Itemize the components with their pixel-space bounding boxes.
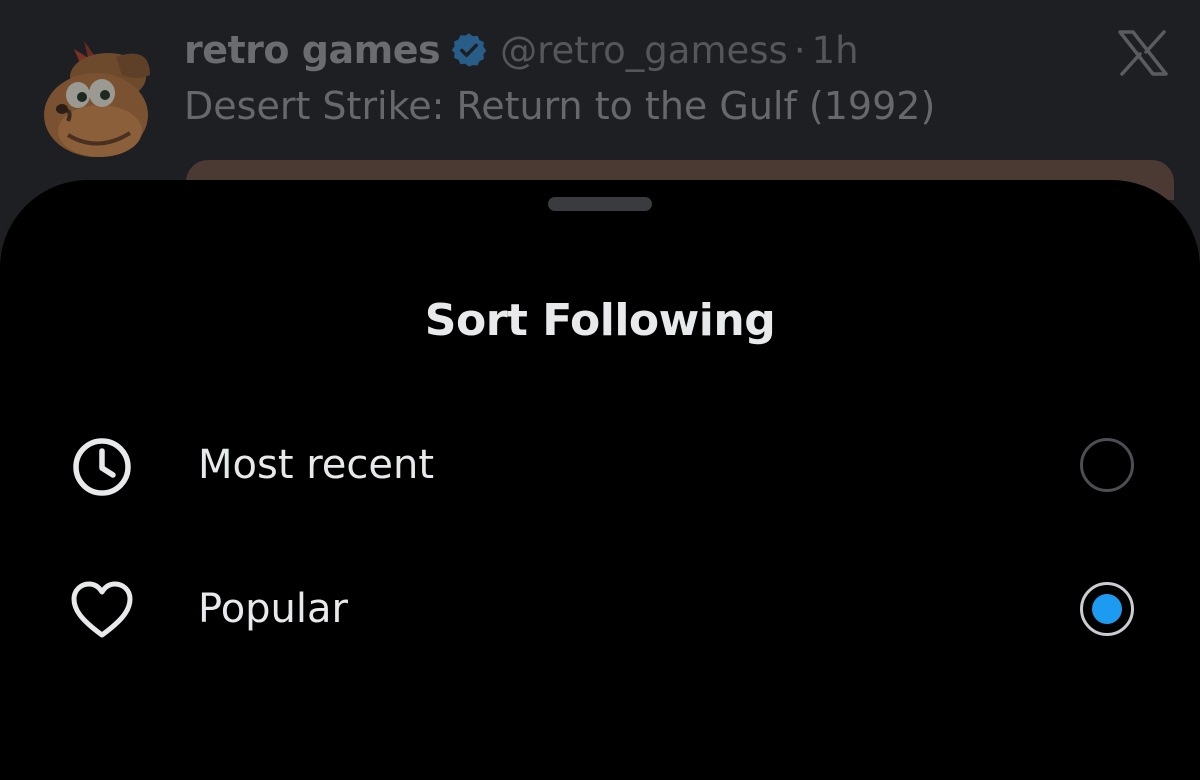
heart-icon (68, 577, 136, 645)
author-avatar[interactable] (38, 35, 156, 161)
radio-most-recent[interactable] (1080, 438, 1134, 492)
radio-popular[interactable] (1080, 582, 1134, 636)
tweet-text[interactable]: Desert Strike: Return to the Gulf (1992) (184, 84, 935, 128)
verified-badge-icon (450, 31, 488, 69)
author-handle[interactable]: @retro_gamess (500, 29, 788, 72)
option-label-most-recent: Most recent (198, 442, 435, 488)
tweet-timestamp[interactable]: 1h (812, 29, 859, 72)
author-name[interactable]: retro games (184, 28, 441, 72)
tweet-header: retro games @retro_gamess · 1h (184, 24, 859, 76)
option-most-recent[interactable]: Most recent (0, 412, 1200, 522)
x-logo-icon[interactable] (1118, 30, 1168, 76)
option-label-popular: Popular (198, 586, 348, 632)
sort-bottom-sheet: Sort Following Most recent Popular (0, 180, 1200, 780)
sheet-title: Sort Following (424, 295, 776, 346)
separator-dot: · (793, 28, 806, 72)
sheet-drag-handle[interactable] (548, 197, 652, 211)
option-popular[interactable]: Popular (0, 556, 1200, 666)
clock-icon (68, 433, 136, 501)
